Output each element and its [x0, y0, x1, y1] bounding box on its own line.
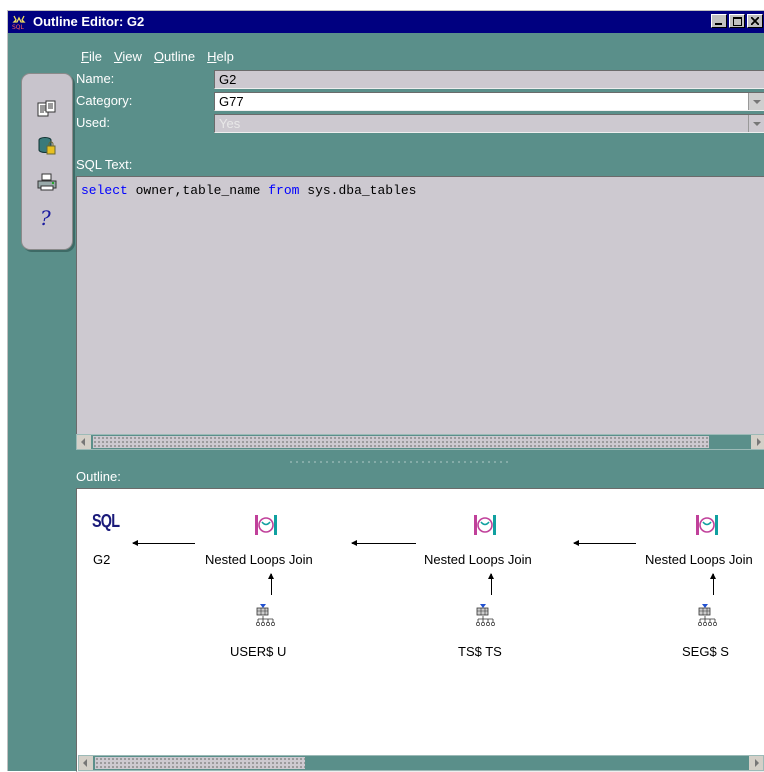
help-button[interactable]: ?	[35, 206, 59, 230]
nested-loops-join-icon	[696, 515, 718, 535]
help-icon: ?	[40, 207, 51, 229]
outline-tree-view[interactable]: SQL G2 Nested Loops Join USER$ U Nested …	[76, 488, 764, 772]
scroll-left-button[interactable]	[79, 756, 93, 770]
print-button[interactable]	[35, 170, 59, 194]
sql-root-icon: SQL	[92, 511, 120, 531]
name-field[interactable]: G2	[214, 70, 764, 89]
properties-icon	[37, 100, 56, 117]
menu-outline[interactable]: Outline	[154, 49, 195, 64]
print-icon	[37, 173, 57, 191]
nested-loops-join-icon	[255, 515, 277, 535]
sql-text-label: SQL Text:	[76, 157, 133, 172]
table-access-icon	[698, 604, 717, 626]
outline-label: Outline:	[76, 469, 121, 484]
sql-keyword-select: select	[81, 183, 128, 198]
used-value: Yes	[219, 116, 241, 131]
database-button[interactable]	[35, 134, 59, 158]
sql-text-part: sys.dba_tables	[299, 183, 417, 198]
root-node-label[interactable]: G2	[93, 552, 110, 567]
name-label: Name:	[76, 71, 115, 86]
sql-horizontal-scrollbar[interactable]	[76, 434, 764, 450]
arrow-up	[268, 573, 274, 595]
minimize-button[interactable]	[711, 14, 727, 28]
sql-code: select owner,table_name from sys.dba_tab…	[81, 183, 417, 198]
arrow-up	[488, 573, 494, 595]
menu-help[interactable]: Help	[207, 49, 234, 64]
vertical-toolbar: ?	[21, 73, 73, 250]
category-dropdown-button[interactable]	[748, 93, 764, 110]
sql-keyword-from: from	[268, 183, 300, 198]
used-select[interactable]: Yes	[214, 114, 764, 133]
arrow-up	[710, 573, 716, 595]
menu-bar: File View Outline Help	[81, 49, 234, 64]
window-title: Outline Editor: G2	[33, 14, 145, 29]
join-node-label[interactable]: Nested Loops Join	[205, 552, 313, 567]
arrow-left	[573, 540, 636, 546]
table-node-label[interactable]: USER$ U	[230, 644, 286, 659]
category-value: G77	[219, 94, 244, 109]
properties-button[interactable]	[35, 98, 59, 122]
sql-text-part: owner,table_name	[127, 183, 269, 198]
category-label: Category:	[76, 93, 133, 108]
sql-text-area[interactable]: select owner,table_name from sys.dba_tab…	[76, 176, 764, 442]
table-node-label[interactable]: TS$ TS	[458, 644, 502, 659]
join-node-label[interactable]: Nested Loops Join	[424, 552, 532, 567]
close-icon	[751, 17, 759, 25]
scroll-right-button[interactable]	[751, 435, 764, 449]
table-access-icon	[256, 604, 275, 626]
table-node-label[interactable]: SEG$ S	[682, 644, 729, 659]
title-bar[interactable]: SQL Outline Editor: G2	[8, 11, 764, 33]
app-icon: SQL	[11, 14, 27, 30]
join-node-label[interactable]: Nested Loops Join	[645, 552, 753, 567]
menu-view[interactable]: View	[114, 49, 142, 64]
sql-scroll-thumb[interactable]	[93, 436, 709, 448]
nested-loops-join-icon	[474, 515, 496, 535]
svg-text:?: ?	[40, 207, 51, 229]
pane-splitter[interactable]	[288, 460, 508, 464]
scroll-left-button[interactable]	[77, 435, 91, 449]
arrow-left	[132, 540, 195, 546]
table-access-icon	[476, 604, 495, 626]
category-select[interactable]: G77	[214, 92, 764, 111]
database-lock-icon	[38, 137, 56, 155]
used-dropdown-button[interactable]	[748, 115, 764, 132]
maximize-button[interactable]	[729, 14, 745, 28]
outline-scroll-thumb[interactable]	[95, 757, 305, 769]
scroll-right-button[interactable]	[749, 756, 763, 770]
outline-editor-window: SQL Outline Editor: G2 File View Outline…	[7, 10, 764, 772]
svg-text:SQL: SQL	[12, 24, 25, 30]
menu-file[interactable]: File	[81, 49, 102, 64]
outline-horizontal-scrollbar[interactable]	[78, 755, 764, 771]
arrow-left	[351, 540, 416, 546]
used-label: Used:	[76, 115, 110, 130]
close-button[interactable]	[747, 14, 763, 28]
